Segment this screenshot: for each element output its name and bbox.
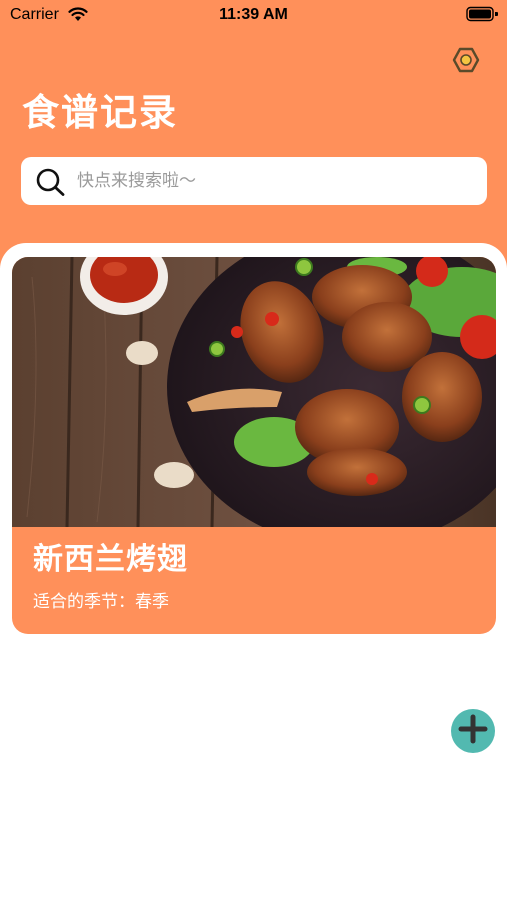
page-title: 食谱记录: [22, 91, 178, 134]
recipe-season: 适合的季节：春季: [33, 587, 169, 612]
settings-button[interactable]: [451, 47, 481, 77]
season-value: 春季: [135, 592, 169, 612]
status-bar: Carrier 11:39 AM: [0, 0, 507, 32]
battery-icon: [466, 6, 499, 26]
recipe-name: 新西兰烤翅: [33, 542, 188, 577]
plus-icon: [456, 712, 490, 750]
search-input[interactable]: [77, 157, 477, 205]
hexagon-settings-icon: [452, 46, 480, 78]
search-bar[interactable]: [21, 157, 487, 205]
season-label: 适合的季节：: [33, 592, 135, 612]
search-icon: [35, 167, 67, 201]
recipe-image: [12, 257, 496, 527]
recipe-card[interactable]: 新西兰烤翅 适合的季节：春季: [12, 257, 496, 634]
status-time: 11:39 AM: [219, 6, 288, 23]
add-recipe-button[interactable]: [451, 709, 495, 753]
